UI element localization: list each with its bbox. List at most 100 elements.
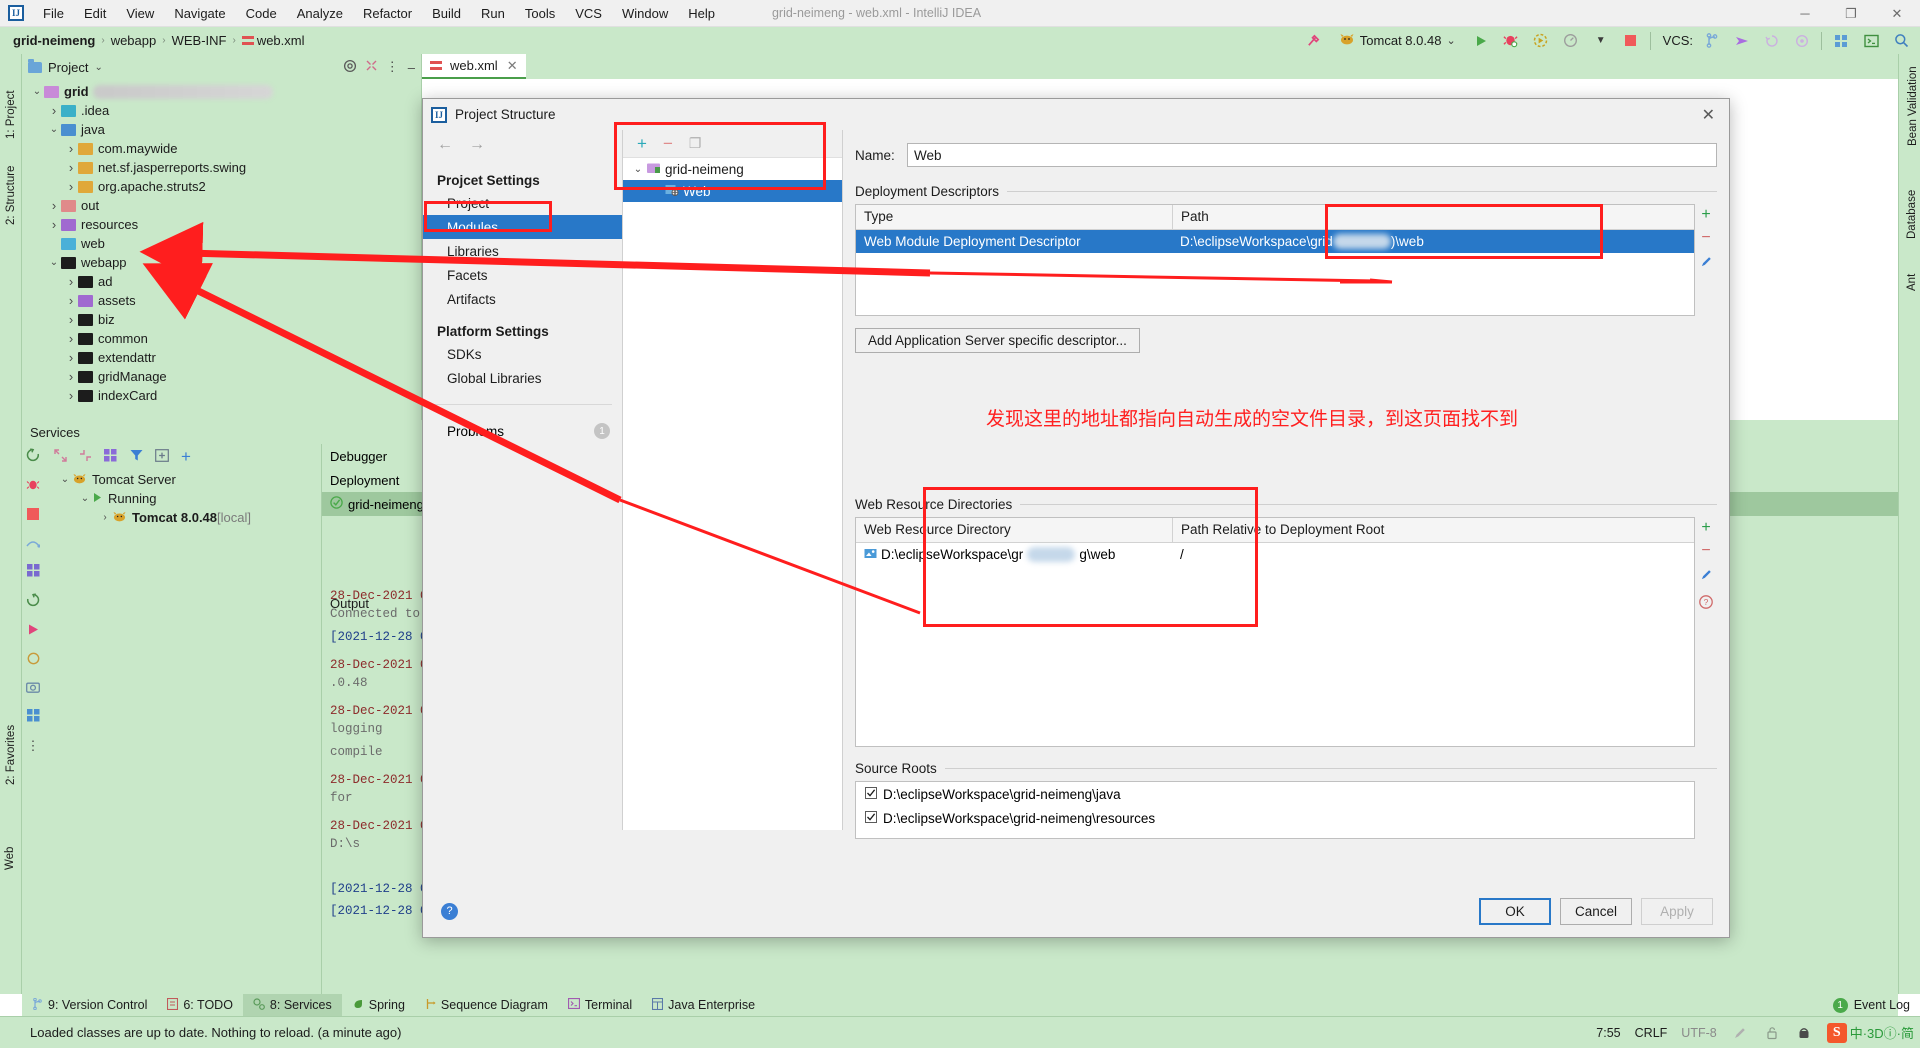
line-separator[interactable]: CRLF	[1635, 1026, 1668, 1040]
file-encoding[interactable]: UTF-8	[1681, 1026, 1716, 1040]
profile-icon[interactable]	[1560, 30, 1582, 52]
project-tree-item-java[interactable]: ⌄ java	[22, 120, 421, 139]
event-log-button[interactable]: 1 Event Log	[1832, 994, 1910, 1016]
vcs-history-icon[interactable]	[1761, 30, 1783, 52]
breadcrumb-webinf[interactable]: WEB-INF	[169, 33, 230, 48]
deployment-descriptors-table[interactable]: Type Path Web Module Deployment Descript…	[855, 204, 1695, 316]
minimize-icon[interactable]: ─	[1782, 0, 1828, 27]
ime-tray[interactable]: S 中·3Dⓘ·简	[1826, 1022, 1914, 1043]
caret-position[interactable]: 7:55	[1596, 1026, 1620, 1040]
maximize-icon[interactable]: ❐	[1828, 0, 1874, 27]
layout-icon[interactable]	[1830, 30, 1852, 52]
search-everywhere-icon[interactable]	[1890, 30, 1912, 52]
chevron-right-icon[interactable]: ›	[64, 293, 78, 308]
remove-module-icon[interactable]: −	[663, 135, 673, 152]
table-row[interactable]: D:\eclipseWorkspace\gr g\web /	[856, 543, 1694, 566]
menu-navigate[interactable]: Navigate	[165, 3, 234, 24]
project-tree-item-com-maywide[interactable]: › com.maywide	[22, 139, 421, 158]
project-tree-item-resources[interactable]: › resources	[22, 215, 421, 234]
project-tree-item-net-sf-jasperreports-swing[interactable]: › net.sf.jasperreports.swing	[22, 158, 421, 177]
group-icon[interactable]	[104, 449, 118, 465]
edit-icon[interactable]	[1700, 255, 1713, 271]
menu-vcs[interactable]: VCS	[566, 3, 611, 24]
strip-item-favorites[interactable]: 2: Favorites	[5, 715, 17, 785]
bottom-tab-version-control[interactable]: 9: Version Control	[22, 994, 157, 1016]
chevron-right-icon[interactable]: ›	[47, 217, 61, 232]
camera-icon[interactable]	[26, 681, 40, 696]
lock-icon[interactable]	[1763, 1024, 1781, 1042]
rerun-icon[interactable]	[26, 448, 40, 465]
modules-icon[interactable]	[26, 709, 40, 725]
inspector-icon[interactable]	[1795, 1024, 1813, 1042]
copy-module-icon[interactable]: ❐	[689, 135, 702, 152]
add-app-server-descriptor-button[interactable]: Add Application Server specific descript…	[855, 328, 1140, 353]
panel-settings-icon[interactable]: ⋮	[386, 59, 400, 75]
hammer-icon[interactable]	[1303, 30, 1325, 52]
close-icon[interactable]: ✕	[507, 58, 518, 74]
project-tree-item-webapp[interactable]: ⌄ webapp	[22, 253, 421, 272]
locate-target-icon[interactable]	[343, 59, 357, 76]
project-tree-item-ad[interactable]: › ad	[22, 272, 421, 291]
vcs-update-icon[interactable]	[1731, 30, 1753, 52]
project-tree-item-extendattr[interactable]: › extendattr	[22, 348, 421, 367]
chevron-down-icon[interactable]: ⌄	[30, 86, 44, 97]
services-tree-item-running[interactable]: ⌄ Running	[44, 489, 321, 508]
bottom-tab-terminal[interactable]: Terminal	[558, 994, 642, 1016]
help-icon[interactable]: ?	[441, 902, 458, 920]
stop-icon[interactable]	[1620, 30, 1642, 52]
chevron-right-icon[interactable]: ›	[47, 103, 61, 118]
restart-icon[interactable]	[26, 593, 40, 610]
editor-tab-webxml[interactable]: web.xml ✕	[422, 54, 526, 79]
terminal-icon[interactable]	[1860, 30, 1882, 52]
chevron-down-icon[interactable]: ⌄	[78, 493, 92, 504]
strip-item-bean-validation[interactable]: Bean Validation	[1907, 66, 1919, 146]
filter-icon[interactable]	[130, 449, 143, 465]
chevron-right-icon[interactable]: ›	[64, 160, 78, 175]
sidebar-item-modules[interactable]: Modules	[423, 215, 622, 239]
debug-icon[interactable]	[26, 478, 40, 495]
project-tree-item-biz[interactable]: › biz	[22, 310, 421, 329]
resume-icon[interactable]	[27, 623, 40, 639]
menu-window[interactable]: Window	[613, 3, 677, 24]
sidebar-item-global-libraries[interactable]: Global Libraries	[423, 366, 622, 390]
chevron-down-icon[interactable]: ▼	[1590, 30, 1612, 52]
help-icon[interactable]: ?	[1699, 595, 1713, 612]
project-tree-item-out[interactable]: › out	[22, 196, 421, 215]
step-over-icon[interactable]	[26, 536, 41, 551]
add-icon[interactable]: +	[1701, 520, 1710, 536]
module-row-web[interactable]: Web	[623, 180, 842, 202]
checkbox-checked-icon[interactable]	[865, 786, 877, 802]
ok-button[interactable]: OK	[1479, 897, 1551, 925]
menu-analyze[interactable]: Analyze	[288, 3, 352, 24]
bottom-tab-sequence-diagram[interactable]: Sequence Diagram	[415, 994, 558, 1016]
add-frame-icon[interactable]	[155, 449, 169, 465]
bottom-tab-todo[interactable]: 6: TODO	[157, 994, 243, 1016]
project-tree-item-web[interactable]: web	[22, 234, 421, 253]
cancel-button[interactable]: Cancel	[1560, 897, 1632, 925]
breadcrumb-project[interactable]: grid-neimeng	[10, 33, 98, 48]
sidebar-item-project[interactable]: Project	[423, 191, 622, 215]
bottom-tab-spring[interactable]: Spring	[342, 994, 415, 1016]
menu-tools[interactable]: Tools	[516, 3, 564, 24]
remove-icon[interactable]: −	[1701, 230, 1710, 246]
menu-view[interactable]: View	[117, 3, 163, 24]
menu-file[interactable]: File	[34, 3, 73, 24]
add-icon[interactable]: +	[181, 448, 191, 465]
module-row-grid-neimeng[interactable]: ⌄ grid-neimeng	[623, 158, 842, 180]
source-roots-list[interactable]: D:\eclipseWorkspace\grid-neimeng\java D:…	[855, 781, 1695, 839]
collapse-all-icon[interactable]	[365, 59, 378, 75]
project-tree-item--idea[interactable]: › .idea	[22, 101, 421, 120]
chevron-right-icon[interactable]: ›	[64, 141, 78, 156]
menu-help[interactable]: Help	[679, 3, 724, 24]
run-configuration-selector[interactable]: Tomcat 8.0.48 ⌄	[1333, 31, 1462, 50]
run-icon[interactable]	[1470, 30, 1492, 52]
list-item[interactable]: D:\eclipseWorkspace\grid-neimeng\java	[856, 782, 1694, 806]
project-tree-item-indexcard[interactable]: › indexCard	[22, 386, 421, 405]
chevron-right-icon[interactable]: ›	[64, 312, 78, 327]
debug-icon[interactable]	[1500, 30, 1522, 52]
chevron-down-icon[interactable]: ⌄	[47, 124, 61, 135]
sidebar-item-artifacts[interactable]: Artifacts	[423, 287, 622, 311]
chevron-right-icon[interactable]: ›	[64, 331, 78, 346]
project-tree-item-common[interactable]: › common	[22, 329, 421, 348]
services-tree[interactable]: ⌄ Tomcat Server ⌄ Running › Tomcat 8.0.48 [lo…	[44, 470, 321, 527]
